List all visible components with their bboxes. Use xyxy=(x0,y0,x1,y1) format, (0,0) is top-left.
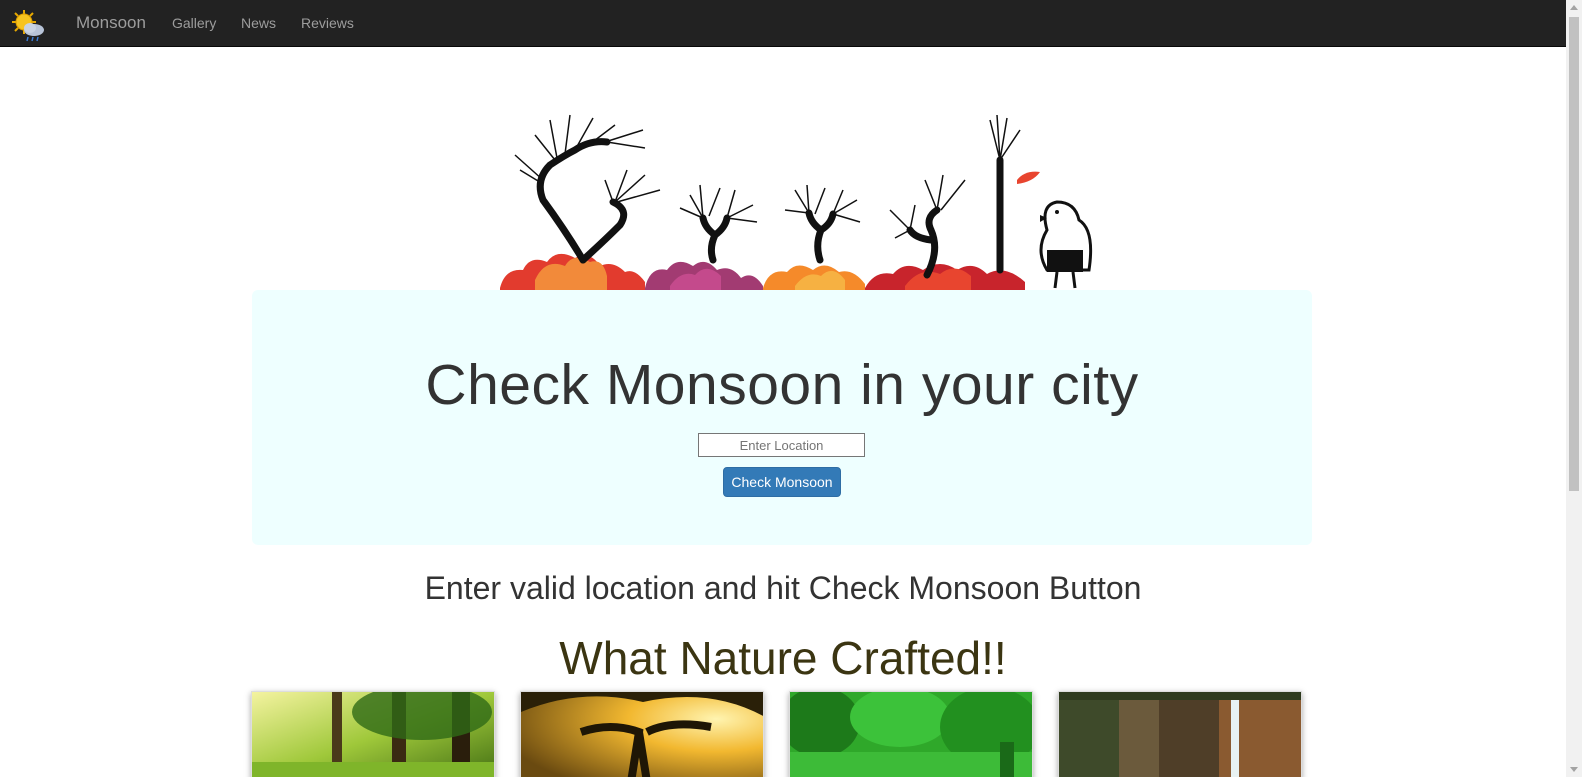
scroll-thumb[interactable] xyxy=(1569,17,1579,491)
instruction-text: Enter valid location and hit Check Monso… xyxy=(424,570,1142,606)
gallery-image-tree-at-sunset[interactable] xyxy=(520,691,764,777)
gallery-image-green-forest[interactable] xyxy=(789,691,1033,777)
nav-link-gallery[interactable]: Gallery xyxy=(172,15,216,31)
gallery-title: What Nature Crafted!! xyxy=(559,632,1007,684)
location-input[interactable] xyxy=(698,433,865,457)
scroll-down-icon[interactable] xyxy=(1570,767,1578,772)
sun-cloud-rain-icon[interactable] xyxy=(10,8,46,44)
autumn-doodle-illustration xyxy=(500,114,1093,290)
scroll-up-icon[interactable] xyxy=(1570,5,1578,10)
page-scrollbar[interactable] xyxy=(1566,0,1582,777)
check-monsoon-button[interactable]: Check Monsoon xyxy=(723,467,841,497)
nav-link-news[interactable]: News xyxy=(241,15,276,31)
top-navbar: Monsoon Gallery News Reviews xyxy=(0,0,1566,47)
hero-panel: Check Monsoon in your city Check Monsoon xyxy=(252,290,1312,545)
brand-link[interactable]: Monsoon xyxy=(76,13,146,33)
gallery-image-waterfall-cliff[interactable] xyxy=(1058,691,1302,777)
nav-link-reviews[interactable]: Reviews xyxy=(301,15,354,31)
gallery-image-sunlit-forest[interactable] xyxy=(251,691,495,777)
hero-title: Check Monsoon in your city xyxy=(425,353,1139,417)
